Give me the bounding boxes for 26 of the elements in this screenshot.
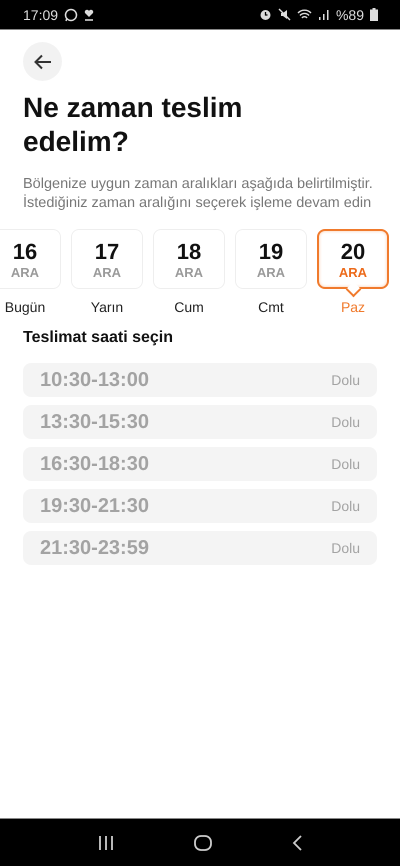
weekday-label: Cum <box>174 299 204 315</box>
alarm-icon <box>258 8 272 21</box>
back-arrow-icon <box>34 54 52 70</box>
weekday-label: Cmt <box>258 299 284 315</box>
battery-level: %89 <box>336 6 364 22</box>
status-time: 17:09 <box>23 6 58 22</box>
weekday-label: Bugün <box>4 299 46 315</box>
weekday-label: Yarın <box>90 299 124 315</box>
recent-apps-icon[interactable] <box>98 834 114 850</box>
date-card[interactable]: 16 ARA <box>0 229 61 289</box>
weekday-label: Paz <box>340 299 366 315</box>
subtitle-text: Bölgenize uygun zaman aralıkları aşağıda belirtilmiştir. İstediğiniz zaman aralığını seçerek işleme devam edin <box>23 175 374 213</box>
wifi-icon <box>296 8 312 21</box>
back-button[interactable] <box>23 42 62 81</box>
mute-icon <box>278 8 291 21</box>
section-heading: Teslimat saati seçin <box>23 329 174 347</box>
date-card[interactable]: 18 ARA <box>153 229 225 289</box>
home-icon[interactable] <box>194 834 212 850</box>
heart-icon <box>84 8 94 20</box>
page-title: Ne zaman teslim edelim? <box>23 91 244 159</box>
date-card[interactable]: 19 ARA <box>235 229 307 289</box>
signal-icon <box>318 8 330 21</box>
back-icon[interactable] <box>292 834 302 850</box>
battery-icon <box>370 8 378 21</box>
date-card[interactable]: 20 ARA <box>317 229 389 289</box>
date-card[interactable]: 17 ARA <box>71 229 143 289</box>
